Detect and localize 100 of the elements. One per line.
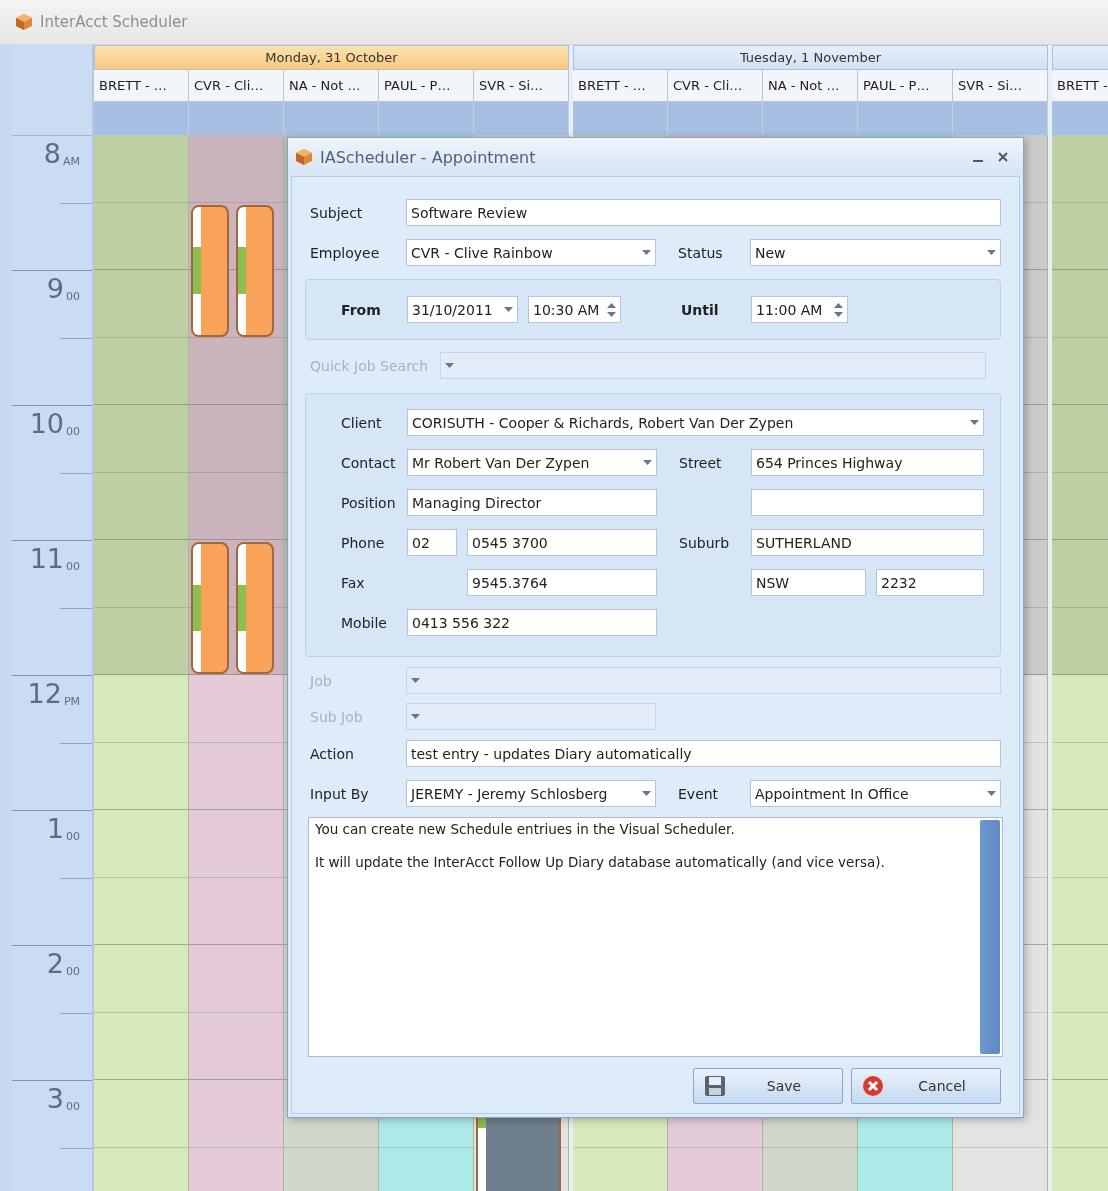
all-day-cell[interactable] xyxy=(474,102,569,135)
text-field[interactable] xyxy=(751,489,984,516)
text-field[interactable]: 9545.3764 xyxy=(467,569,657,596)
save-button[interactable]: Save xyxy=(693,1068,843,1104)
caret-icon xyxy=(643,460,652,465)
day-header[interactable]: Monday, 31 October xyxy=(94,45,569,70)
all-day-cell[interactable] xyxy=(668,102,763,135)
appointment-block[interactable] xyxy=(191,204,229,337)
field-label: Input By xyxy=(310,785,370,802)
field-label: Mobile xyxy=(341,614,388,631)
time-field[interactable]: 11:00 AM xyxy=(751,296,848,323)
notes-paragraph: You can create new Schedule entriues in the Visual Scheduler. xyxy=(315,821,736,837)
caret-icon xyxy=(504,307,513,312)
minimize-icon xyxy=(973,160,983,162)
field-label: Employee xyxy=(310,244,381,261)
caret-icon xyxy=(411,678,420,683)
time-field[interactable]: 10:30 AM xyxy=(528,296,621,323)
scrollbar[interactable] xyxy=(980,820,1000,1054)
field-label: Job xyxy=(310,672,333,689)
dropdown-field[interactable]: JEREMY - Jeremy Schlosberg xyxy=(406,780,656,807)
spinner-icon[interactable] xyxy=(607,301,616,318)
all-day-cell[interactable] xyxy=(573,102,668,135)
text-field[interactable]: Managing Director xyxy=(407,489,657,516)
caret-icon xyxy=(411,714,420,719)
resource-header[interactable]: NA - Not … xyxy=(763,70,858,102)
text-field[interactable]: 654 Princes Highway xyxy=(751,449,984,476)
all-day-cell[interactable] xyxy=(953,102,1048,135)
hour-number: 12 xyxy=(27,680,62,707)
resource-header[interactable]: CVR - Cli… xyxy=(668,70,763,102)
resource-header[interactable]: PAUL - P… xyxy=(379,70,474,102)
dropdown-field[interactable]: New xyxy=(750,239,1001,266)
text-field[interactable]: SUTHERLAND xyxy=(751,529,984,556)
caret-icon xyxy=(445,363,454,368)
all-day-cell[interactable] xyxy=(379,102,474,135)
caret-icon xyxy=(987,250,996,255)
all-day-cell[interactable] xyxy=(858,102,953,135)
hour-number: 9 xyxy=(46,275,64,302)
text-field[interactable]: test entry - updates Diary automatically xyxy=(406,740,1001,767)
hour-number: 2 xyxy=(46,950,64,977)
hour-number: 1 xyxy=(46,815,64,842)
field-label: Position xyxy=(341,494,397,511)
all-day-cell[interactable] xyxy=(94,102,189,135)
hour-number: 3 xyxy=(46,1085,64,1112)
resource-header[interactable]: BRETT - … xyxy=(94,70,189,102)
hour-suffix: 00 xyxy=(66,830,80,843)
caret-icon xyxy=(642,791,651,796)
window-title: InterAcct Scheduler xyxy=(40,13,188,31)
field-label: Fax xyxy=(341,574,366,591)
field-label: Subject xyxy=(310,204,364,221)
cancel-button[interactable]: Cancel xyxy=(851,1068,1001,1104)
dropdown-field[interactable]: Mr Robert Van Der Zypen xyxy=(407,449,657,476)
text-field[interactable]: NSW xyxy=(751,569,866,596)
all-day-cell[interactable] xyxy=(284,102,379,135)
appointment-block[interactable] xyxy=(236,542,274,674)
app-icon xyxy=(294,148,314,166)
field-label: Quick Job Search xyxy=(310,357,430,374)
spinner-icon[interactable] xyxy=(834,301,843,318)
field-label: Event xyxy=(678,785,720,802)
appointment-block[interactable] xyxy=(191,542,229,674)
dialog-title: IAScheduler - Appointment xyxy=(320,147,537,167)
resource-header[interactable]: BRETT - … xyxy=(573,70,668,102)
resource-header[interactable]: CVR - Cli… xyxy=(189,70,284,102)
dropdown-field[interactable]: CVR - Clive Rainbow xyxy=(406,239,656,266)
app-icon xyxy=(14,13,34,31)
appointment-block[interactable] xyxy=(236,204,274,337)
resource-header[interactable]: BRETT - xyxy=(1052,70,1108,102)
field-label: Action xyxy=(310,745,355,762)
resource-header[interactable]: SVR - Si… xyxy=(953,70,1048,102)
resource-header[interactable]: SVR - Si… xyxy=(474,70,569,102)
hour-number: 11 xyxy=(29,545,64,572)
hour-number: 8 xyxy=(43,140,61,167)
text-field[interactable]: 02 xyxy=(407,529,457,556)
resource-header[interactable]: PAUL - P… xyxy=(858,70,953,102)
hour-suffix: AM xyxy=(63,155,80,168)
text-field[interactable]: 2232 xyxy=(876,569,984,596)
dropdown-field[interactable]: CORISUTH - Cooper & Richards, Robert Van Der Zypen xyxy=(407,409,984,436)
caret-icon xyxy=(970,420,979,425)
field-label: Until xyxy=(681,301,720,318)
all-day-cell[interactable] xyxy=(763,102,858,135)
all-day-cell[interactable] xyxy=(189,102,284,135)
text-field[interactable]: 0545 3700 xyxy=(467,529,657,556)
field-label: Phone xyxy=(341,534,386,551)
field-label: Suburb xyxy=(679,534,731,551)
caret-icon xyxy=(987,791,996,796)
hour-suffix: PM xyxy=(63,695,80,708)
hour-suffix: 00 xyxy=(66,965,80,978)
hour-number: 10 xyxy=(29,410,64,437)
resource-header[interactable]: NA - Not … xyxy=(284,70,379,102)
field-label: Street xyxy=(679,454,723,471)
dropdown-field[interactable]: Appointment In Office xyxy=(750,780,1001,807)
text-field[interactable]: Software Review xyxy=(406,199,1001,226)
text-field[interactable]: 0413 556 322 xyxy=(407,609,657,636)
caret-icon xyxy=(642,250,651,255)
close-icon xyxy=(997,151,1009,163)
field-label: Sub Job xyxy=(310,708,364,725)
day-header[interactable]: Tuesday, 1 November xyxy=(573,45,1048,70)
field-label: From xyxy=(341,301,382,318)
notes-field[interactable]: You can create new Schedule entriues in the Visual Scheduler. It will update the InterAcct Follow Up Diary database automatically (and vice versa). xyxy=(308,817,1003,1057)
date-field[interactable]: 31/10/2011 xyxy=(407,296,518,323)
hour-suffix: 00 xyxy=(66,290,80,303)
